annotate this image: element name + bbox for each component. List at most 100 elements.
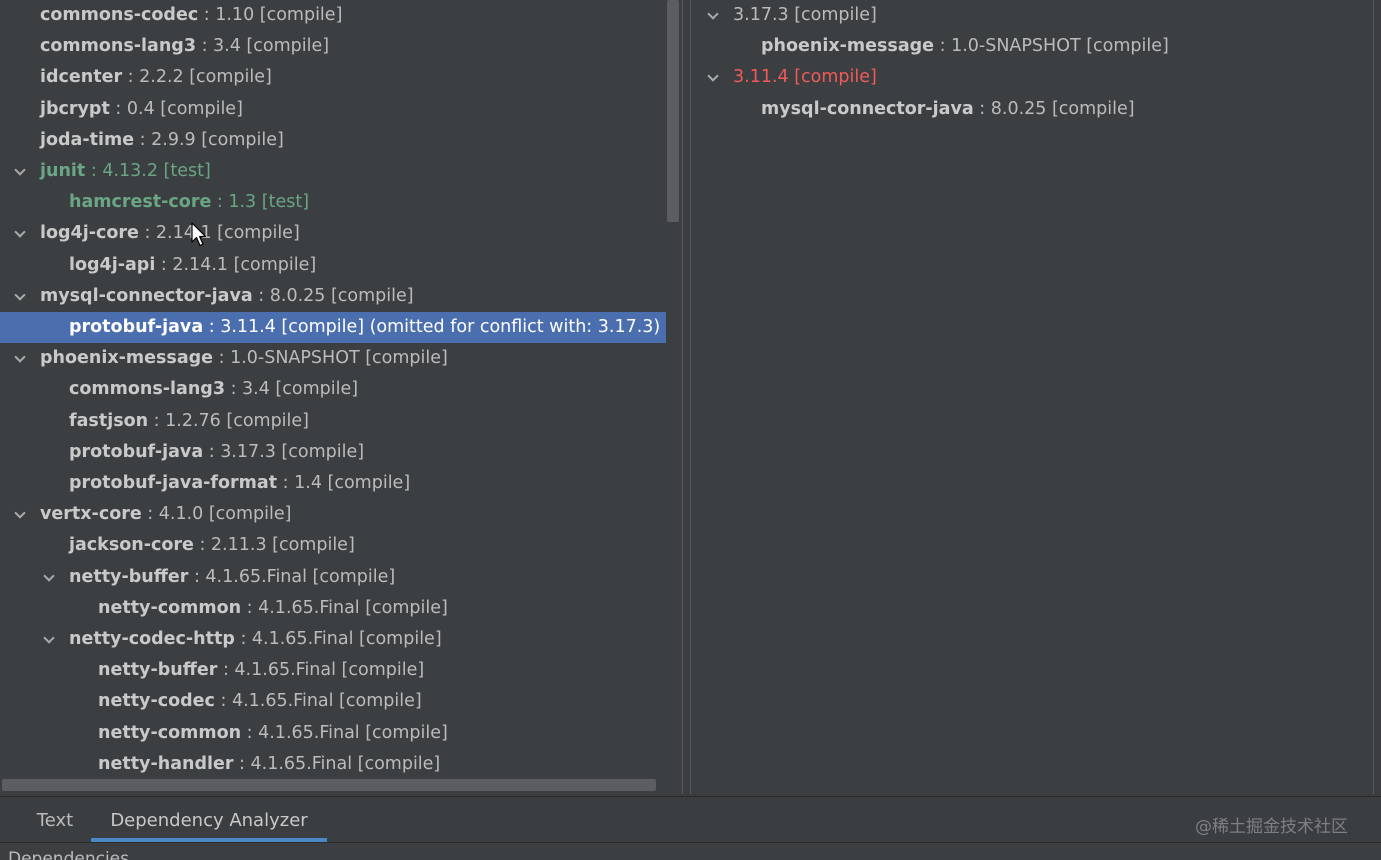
artifact-version: 4.1.65.Final [compile]	[234, 660, 425, 681]
tree-node[interactable]: netty-buffer : 4.1.65.Final [compile]	[0, 655, 682, 686]
tree-node[interactable]: netty-common : 4.1.65.Final [compile]	[0, 593, 682, 624]
separator: :	[134, 129, 152, 150]
tree-node-label: mysql-connector-java : 8.0.25 [compile]	[40, 281, 414, 312]
artifact-name: netty-common	[98, 597, 242, 618]
artifact-version: 4.1.0 [compile]	[158, 504, 292, 525]
artifact-version: 0.4 [compile]	[126, 98, 243, 119]
artifact-version: 1.0-SNAPSHOT [compile]	[951, 36, 1169, 57]
tree-node-label: phoenix-message : 1.0-SNAPSHOT [compile]	[761, 31, 1169, 62]
tree-node[interactable]: vertx-core : 4.1.0 [compile]	[0, 499, 682, 530]
status-text: Dependencies	[8, 849, 129, 860]
artifact-name: junit	[40, 161, 86, 181]
tree-node-label: commons-codec : 1.10 [compile]	[40, 0, 342, 31]
separator: :	[277, 473, 295, 493]
separator: :	[188, 566, 206, 587]
tree-node-label: netty-codec : 4.1.65.Final [compile]	[98, 686, 422, 717]
separator: :	[934, 36, 952, 57]
usages-tree-panel[interactable]: 3.17.3 [compile] phoenix-message : 1.0-SN…	[690, 0, 1374, 794]
tree-node[interactable]: jackson-core : 2.11.3 [compile]	[0, 530, 682, 561]
tree-node-label: protobuf-java-format : 1.4 [compile]	[69, 468, 410, 499]
artifact-version: 2.14.1 [compile]	[155, 223, 300, 244]
tree-node[interactable]: idcenter : 2.2.2 [compile]	[0, 62, 682, 93]
tree-node[interactable]: commons-lang3 : 3.4 [compile]	[0, 374, 682, 405]
artifact-version: 3.4 [compile]	[242, 379, 359, 400]
chevron-down-icon[interactable]	[43, 569, 55, 582]
tree-node-label: 3.11.4 [compile]	[733, 62, 877, 93]
tree-node[interactable]: mysql-connector-java : 8.0.25 [compile]	[0, 281, 682, 312]
tree-node[interactable]: fastjson : 1.2.76 [compile]	[0, 406, 682, 437]
artifact-version: 8.0.25 [compile]	[990, 98, 1135, 119]
separator: :	[973, 98, 991, 119]
tree-node[interactable]: hamcrest-core : 1.3 [test]	[0, 187, 682, 218]
separator: :	[211, 192, 229, 213]
tree-node-label: netty-buffer : 4.1.65.Final [compile]	[98, 655, 424, 686]
tree-node[interactable]: protobuf-java-format : 1.4 [compile]	[0, 468, 682, 499]
artifact-version: 1.0-SNAPSHOT [compile]	[230, 348, 448, 369]
tree-node[interactable]: protobuf-java : 3.11.4 [compile] (omitte…	[0, 312, 666, 343]
tab-dependency-analyzer[interactable]: Dependency Analyzer	[91, 797, 327, 843]
separator: :	[155, 254, 173, 275]
tree-node-label: protobuf-java : 3.17.3 [compile]	[69, 437, 364, 468]
tree-node[interactable]: netty-codec-http : 4.1.65.Final [compile…	[0, 624, 682, 655]
tree-node[interactable]: netty-codec : 4.1.65.Final [compile]	[0, 686, 682, 717]
tree-node[interactable]: netty-common : 4.1.65.Final [compile]	[0, 718, 682, 749]
tree-node[interactable]: phoenix-message : 1.0-SNAPSHOT [compile]	[691, 31, 1373, 62]
tree-node-label: netty-common : 4.1.65.Final [compile]	[98, 593, 448, 624]
artifact-name: hamcrest-core	[69, 192, 212, 213]
artifact-name: commons-lang3	[69, 379, 225, 400]
tree-node[interactable]: netty-buffer : 4.1.65.Final [compile]	[0, 562, 682, 593]
tree-node-label: netty-common : 4.1.65.Final [compile]	[98, 718, 448, 749]
separator: :	[214, 691, 232, 712]
tree-node[interactable]: 3.17.3 [compile]	[691, 0, 1373, 31]
artifact-version: 3.17.3 [compile]	[220, 441, 365, 462]
tree-node[interactable]: jbcrypt : 0.4 [compile]	[0, 94, 682, 125]
dependency-tree-panel[interactable]: commons-codec : 1.10 [compile] commons-la…	[0, 0, 683, 794]
artifact-version: 1.2.76 [compile]	[165, 410, 309, 431]
tree-node-label: netty-codec-http : 4.1.65.Final [compile…	[69, 624, 442, 655]
tree-node-label: jbcrypt : 0.4 [compile]	[40, 94, 243, 125]
tree-node[interactable]: commons-codec : 1.10 [compile]	[0, 0, 682, 31]
tree-node-label: hamcrest-core : 1.3 [test]	[69, 187, 309, 218]
artifact-version: 4.1.65.Final [compile]	[251, 629, 442, 649]
horizontal-scrollbar[interactable]	[2, 779, 656, 791]
chevron-down-icon[interactable]	[14, 507, 26, 519]
separator: :	[241, 722, 259, 743]
separator: :	[252, 285, 270, 306]
artifact-name: netty-buffer	[98, 660, 218, 681]
chevron-down-icon[interactable]	[14, 164, 26, 176]
vertical-scrollbar[interactable]	[667, 0, 679, 222]
chevron-down-icon[interactable]	[14, 289, 26, 301]
chevron-down-icon[interactable]	[43, 632, 55, 644]
artifact-name: log4j-api	[69, 254, 156, 275]
tree-node[interactable]: log4j-core : 2.14.1 [compile]	[0, 218, 682, 249]
tree-node-label: log4j-core : 2.14.1 [compile]	[40, 218, 300, 249]
chevron-down-icon[interactable]	[14, 351, 26, 363]
tree-node[interactable]: joda-time : 2.9.9 [compile]	[0, 125, 682, 156]
separator: :	[203, 441, 221, 462]
artifact-name: protobuf-java-format	[69, 473, 278, 493]
tree-node[interactable]: mysql-connector-java : 8.0.25 [compile]	[691, 94, 1373, 125]
tree-node[interactable]: commons-lang3 : 3.4 [compile]	[0, 31, 682, 62]
chevron-down-icon[interactable]	[14, 226, 26, 239]
tree-node[interactable]: junit : 4.13.2 [test]	[0, 156, 682, 187]
tree-node-label: phoenix-message : 1.0-SNAPSHOT [compile]	[40, 343, 448, 374]
tree-node-label: junit : 4.13.2 [test]	[40, 156, 211, 187]
mouse-pointer-icon	[191, 222, 207, 247]
tree-node[interactable]: 3.11.4 [compile]	[691, 62, 1373, 93]
tree-node[interactable]: phoenix-message : 1.0-SNAPSHOT [compile]	[0, 343, 682, 374]
tree-node-label: jackson-core : 2.11.3 [compile]	[69, 530, 355, 561]
artifact-version: 1.4 [compile]	[294, 473, 411, 493]
tree-node[interactable]: protobuf-java : 3.17.3 [compile]	[0, 437, 682, 468]
tree-node[interactable]: netty-handler : 4.1.65.Final [compile]	[0, 749, 682, 780]
tree-node-label: idcenter : 2.2.2 [compile]	[40, 62, 272, 93]
artifact-name: idcenter	[40, 67, 123, 88]
chevron-down-icon[interactable]	[707, 70, 719, 83]
artifact-name: jackson-core	[69, 535, 194, 556]
chevron-down-icon[interactable]	[707, 8, 719, 20]
tree-node[interactable]: log4j-api : 2.14.1 [compile]	[0, 250, 682, 281]
artifact-version: 2.2.2 [compile]	[139, 67, 272, 88]
tab-text[interactable]: Text	[20, 797, 90, 843]
separator: :	[193, 535, 211, 556]
tree-node-label: netty-buffer : 4.1.65.Final [compile]	[69, 562, 395, 593]
artifact-version: 4.1.65.Final [compile]	[231, 691, 422, 712]
